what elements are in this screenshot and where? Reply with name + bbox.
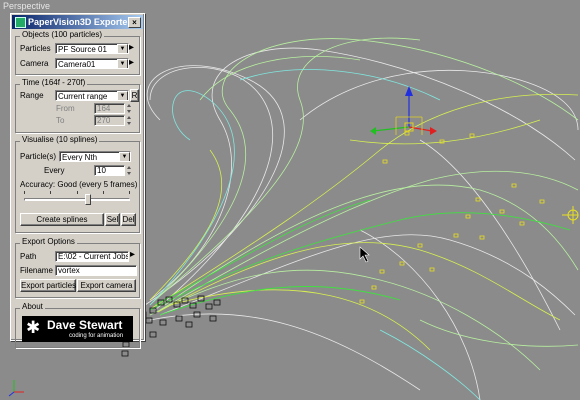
reset-range-button[interactable]: R	[130, 89, 139, 102]
objects-group-label: Objects (100 particles)	[20, 30, 105, 39]
path-field[interactable]: E:\02 - Current Jobs\2008	[55, 251, 129, 262]
camera-label: Camera	[20, 59, 49, 68]
to-spinner[interactable]	[127, 115, 132, 126]
time-group-label: Time (164f - 270f)	[20, 78, 88, 87]
to-field[interactable]: 270	[94, 115, 125, 126]
filename-field[interactable]: vortex	[55, 265, 137, 276]
filename-label: Filename	[20, 266, 53, 275]
export-camera-button[interactable]: Export camera	[77, 279, 136, 292]
export-group: Export Options Path E:\02 - Current Jobs…	[15, 237, 140, 298]
particle-mode-label: Particle(s)	[20, 152, 57, 161]
range-select[interactable]: Current range ▼	[55, 90, 129, 101]
every-spinner[interactable]	[127, 165, 132, 176]
exporter-panel: PaperVision3D Exporter × Objects (100 pa…	[10, 13, 145, 348]
logo-tagline: coding for animation	[69, 333, 124, 339]
logo-name: Dave Stewart	[47, 318, 123, 332]
from-field[interactable]: 164	[94, 103, 125, 114]
mouse-cursor	[359, 246, 370, 263]
every-field[interactable]: 10	[94, 165, 125, 176]
particles-select[interactable]: PF Source 01 ▼	[55, 43, 129, 54]
about-group: About ✱ Dave Stewart coding for animatio…	[15, 302, 140, 348]
browse-path-icon[interactable]: ▸	[130, 249, 135, 260]
transform-gizmo	[370, 86, 437, 135]
visualise-group: Visualise (10 splines) Particle(s) Every…	[15, 135, 140, 233]
chevron-down-icon: ▼	[117, 91, 128, 100]
chevron-down-icon: ▼	[117, 59, 128, 68]
to-label: To	[56, 116, 65, 125]
viewport-label[interactable]: Perspective	[3, 1, 50, 11]
pick-camera-icon[interactable]: ▸	[129, 57, 134, 68]
every-label: Every	[44, 166, 65, 175]
slider-tick	[50, 191, 51, 194]
from-label: From	[56, 104, 75, 113]
export-particles-button[interactable]: Export particles	[20, 279, 76, 292]
visualise-group-label: Visualise (10 splines)	[20, 135, 100, 144]
chevron-down-icon: ▼	[119, 152, 130, 161]
slider-tick	[77, 191, 78, 194]
range-label: Range	[20, 91, 44, 100]
create-splines-button[interactable]: Create splines	[20, 213, 104, 226]
camera-select[interactable]: Camera01 ▼	[55, 58, 129, 69]
particles-label: Particles	[20, 44, 51, 53]
path-label: Path	[20, 252, 37, 261]
slider-tick	[24, 191, 25, 194]
particles-select-value: PF Source 01	[58, 45, 107, 54]
slider-tick	[129, 191, 130, 194]
pick-particles-icon[interactable]: ▸	[129, 42, 134, 53]
chevron-down-icon: ▼	[117, 44, 128, 53]
select-splines-button[interactable]: Sel	[105, 213, 120, 226]
particle-mode-select[interactable]: Every Nth ▼	[59, 151, 131, 162]
range-select-value: Current range	[58, 92, 108, 101]
accuracy-slider-track[interactable]	[24, 198, 130, 201]
dave-stewart-logo[interactable]: ✱ Dave Stewart coding for animation	[22, 316, 133, 342]
accuracy-label: Accuracy: Good (every 5 frames)	[20, 180, 138, 189]
app-icon	[15, 17, 26, 28]
export-group-label: Export Options	[20, 237, 77, 246]
accuracy-slider-thumb[interactable]	[84, 194, 91, 205]
from-spinner[interactable]	[127, 103, 132, 114]
delete-splines-button[interactable]: Del	[121, 213, 136, 226]
time-group: Time (164f - 270f) Range Current range ▼…	[15, 78, 140, 133]
panel-title: PaperVision3D Exporter	[28, 17, 131, 27]
panel-titlebar[interactable]: PaperVision3D Exporter ×	[12, 15, 143, 29]
star-icon: ✱	[26, 318, 41, 337]
camera-select-value: Camera01	[58, 60, 96, 69]
objects-group: Objects (100 particles) Particles PF Sou…	[15, 30, 140, 75]
particle-mode-value: Every Nth	[62, 153, 98, 162]
about-group-label: About	[20, 302, 45, 311]
slider-tick	[103, 191, 104, 194]
close-icon[interactable]: ×	[128, 17, 141, 28]
